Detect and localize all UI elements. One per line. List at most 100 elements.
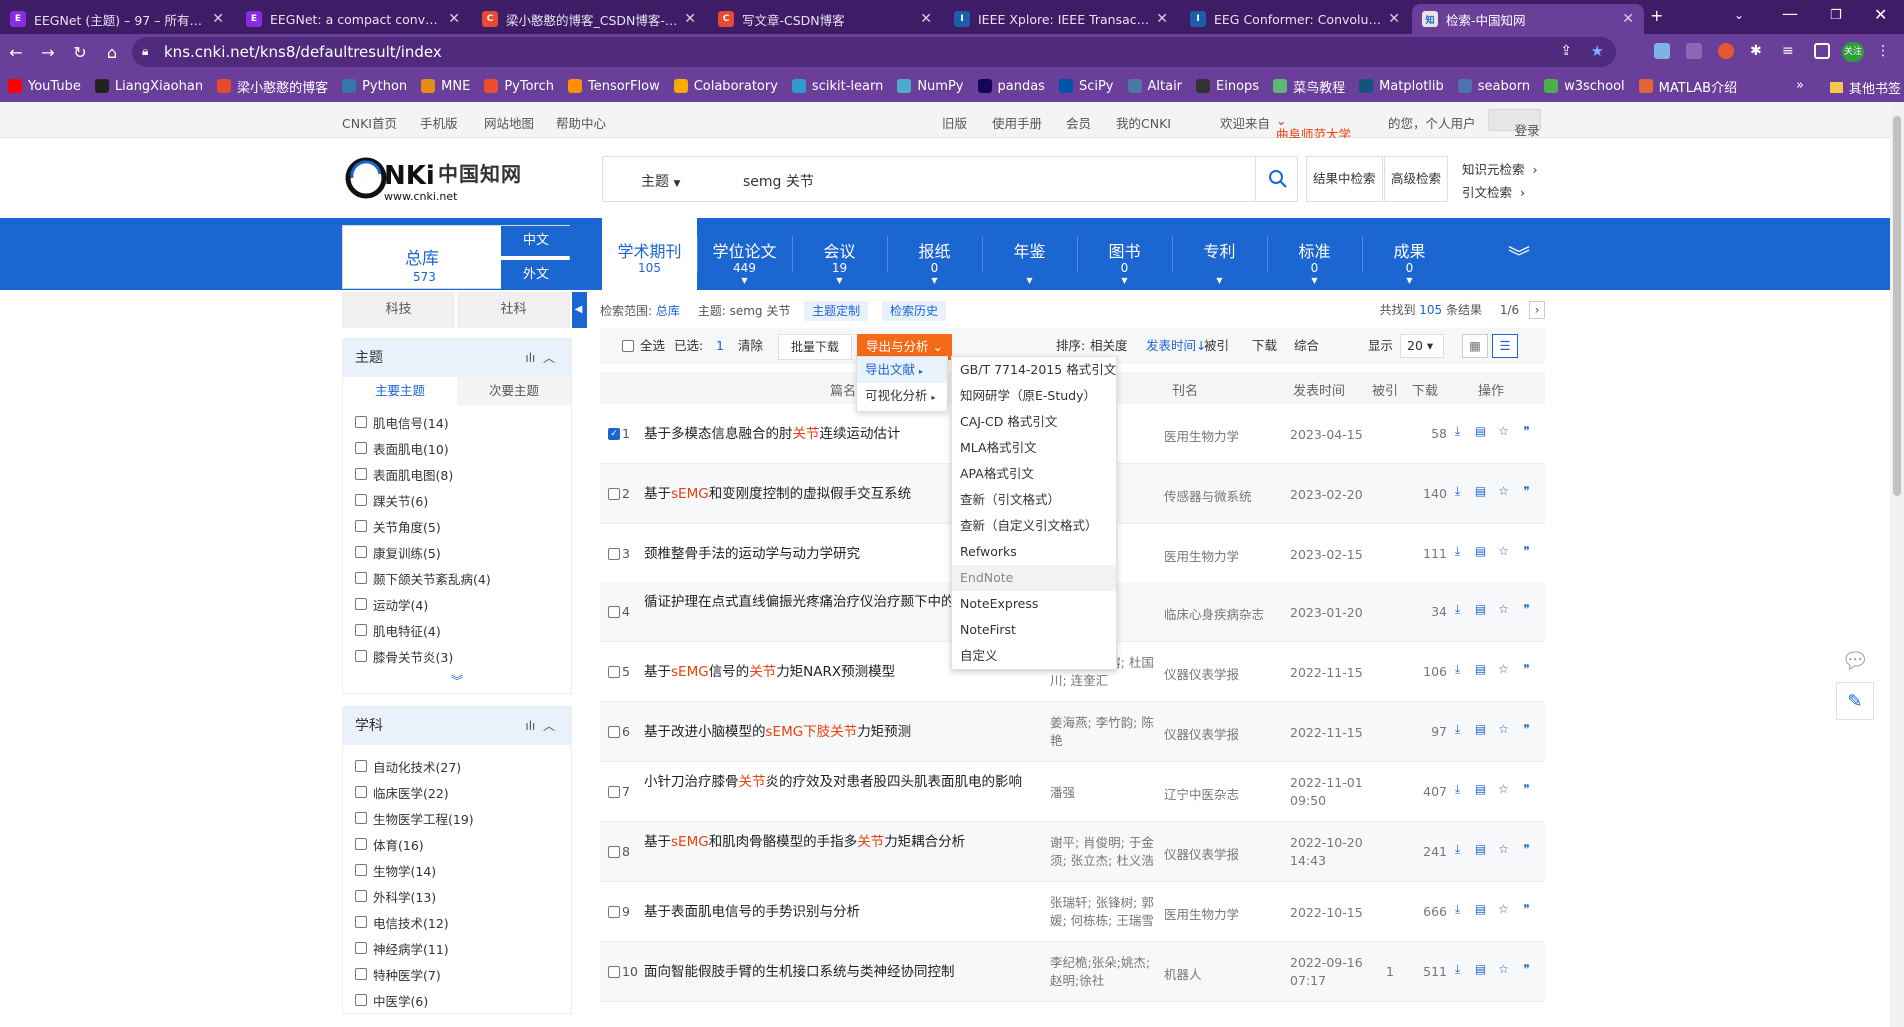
facet-item[interactable]: 电信技术(12) [343,909,571,935]
row-checkbox[interactable] [608,966,620,978]
bookmark-item[interactable]: scikit-learn [791,79,883,94]
article-title-link[interactable]: 基于表面肌电信号的手势识别与分析 [644,902,1044,922]
home-icon[interactable]: ⌂ [96,43,128,62]
citation-format-item[interactable]: 查新（自定义引文格式） [952,513,1116,539]
vertical-scrollbar[interactable] [1890,102,1904,1027]
nav-my-cnki[interactable]: 我的CNKI [1116,113,1171,132]
search-in-results-button[interactable]: 结果中检索 [1306,156,1383,202]
knowledge-search-link[interactable]: 知识元检索 › [1462,158,1537,181]
db-tab[interactable]: 图书 0 ▼ [1077,218,1172,290]
search-input[interactable]: semg 关节 [743,171,814,191]
browser-tab[interactable]: I IEEE Xplore: IEEE Transaction ✕ [944,4,1178,34]
browser-tab[interactable]: I EEG Conformer: Convolutiona ✕ [1180,4,1410,34]
chart-collapse-icon[interactable]: ılı ︿ [525,339,555,377]
tab-social[interactable]: 社科 [457,292,572,328]
facet-item[interactable]: 临床医学(22) [343,779,571,805]
citation-format-item[interactable]: NoteFirst [952,617,1116,643]
facet-item[interactable]: 自动化技术(27) [343,753,571,779]
extension-icon[interactable] [1718,43,1734,59]
bookmark-item[interactable]: seaborn [1457,79,1530,94]
extension-icon[interactable] [1686,43,1702,59]
journal-link[interactable]: 医用生物力学 [1164,426,1274,445]
bookmark-item[interactable]: MATLAB介绍 [1638,77,1737,96]
checkbox[interactable] [355,598,367,610]
download-icon[interactable]: ⤓ [1450,722,1465,737]
citation-format-item[interactable]: MLA格式引文 [952,435,1116,461]
row-checkbox[interactable] [608,906,620,918]
topic-custom-button[interactable]: 主题定制 [804,301,869,321]
restore-button[interactable]: ❐ [1830,8,1842,23]
browser-tab[interactable]: C 梁小憨憨的博客_CSDN博客-深度 ✕ [472,4,706,34]
close-tab-icon[interactable]: ✕ [1156,11,1168,27]
favorite-icon[interactable]: ☆ [1496,722,1511,737]
bookmark-item[interactable]: TensorFlow [567,79,660,94]
close-tab-icon[interactable]: ✕ [448,11,460,27]
reload-icon[interactable]: ↻ [64,43,96,62]
row-checkbox[interactable] [608,606,620,618]
bookmark-item[interactable]: Altair [1127,79,1182,94]
checkbox[interactable] [355,494,367,506]
expand-databases-icon[interactable]: ︾ [1508,240,1530,272]
facet-item[interactable]: 特种医学(7) [343,961,571,987]
favorite-icon[interactable]: ☆ [1496,602,1511,617]
favorite-icon[interactable]: ☆ [1496,484,1511,499]
favorite-icon[interactable]: ☆ [1496,782,1511,797]
clear-button[interactable]: 清除 [738,328,763,364]
html-read-icon[interactable]: ▤ [1473,662,1488,677]
checkbox[interactable] [355,442,367,454]
playlist-icon[interactable]: ≡ [1782,43,1798,59]
facet-item[interactable]: 运动学(4) [343,591,571,617]
close-tab-icon[interactable]: ✕ [684,11,696,27]
sidepanel-icon[interactable] [1814,43,1830,59]
close-tab-icon[interactable]: ✕ [1622,11,1634,27]
sort-comprehensive[interactable]: 综合 [1294,328,1319,364]
bookmark-item[interactable]: Matplotlib [1359,79,1444,94]
author-list[interactable]: 谢平; 肖俊明; 于金须; 张立杰; 杜义浩 [1050,834,1162,870]
bookmark-item[interactable]: 菜鸟教程 [1273,77,1345,96]
journal-link[interactable]: 传感器与微系统 [1164,486,1274,505]
article-title-link[interactable]: 面向智能假肢手臂的生机接口系统与类神经协同控制 [644,962,1044,982]
zongku-panel[interactable]: 总库 573 中文 外文 [342,225,571,290]
citation-format-item[interactable]: 知网研学（原E-Study） [952,383,1116,409]
sort-download[interactable]: 下载 [1252,328,1277,364]
checkbox[interactable] [355,812,367,824]
bookmark-item[interactable]: pandas [977,79,1045,94]
quote-icon[interactable]: ❞ [1519,842,1534,857]
download-icon[interactable]: ⤓ [1450,662,1465,677]
bookmark-item[interactable]: Colaboratory [673,79,778,94]
checkbox[interactable] [355,572,367,584]
profile-avatar[interactable]: 关注 [1842,42,1864,62]
table-row[interactable]: 6 基于改进小脑模型的sEMG下肢关节力矩预测 姜海燕; 李竹韵; 陈艳 仪器仪表学报… [600,702,1545,762]
journal-link[interactable]: 临床心身疾病杂志 [1164,604,1274,623]
article-title-link[interactable]: 基于sEMG和肌肉骨骼模型的手指多关节力矩耦合分析 [644,832,1044,852]
bookmark-item[interactable]: MNE [421,79,470,94]
favorite-icon[interactable]: ☆ [1496,962,1511,977]
close-tab-icon[interactable]: ✕ [212,11,224,27]
facet-item[interactable]: 生物学(14) [343,857,571,883]
scrollbar-thumb[interactable] [1893,116,1901,496]
citation-format-item[interactable]: APA格式引文 [952,461,1116,487]
favorite-icon[interactable]: ☆ [1496,424,1511,439]
facet-item[interactable]: 膝骨关节炎(3) [343,643,571,669]
chinese-toggle[interactable]: 中文 [501,226,571,256]
html-read-icon[interactable]: ▤ [1473,544,1488,559]
advanced-search-button[interactable]: 高级检索 [1384,156,1449,202]
nav-help[interactable]: 帮助中心 [556,113,606,132]
browser-tab[interactable]: C 写文章-CSDN博客 ✕ [708,4,942,34]
checkbox[interactable] [355,864,367,876]
nav-member[interactable]: 会员 [1066,113,1091,132]
facet-item[interactable]: 中医学(6) [343,987,571,1013]
nav-cnki-home[interactable]: CNKI首页 [342,113,397,132]
checkbox[interactable] [355,890,367,902]
download-icon[interactable]: ⤓ [1450,962,1465,977]
list-view-icon[interactable]: ☰ [1492,334,1518,358]
author-list[interactable]: 姜海燕; 李竹韵; 陈艳 [1050,714,1162,750]
page-size-select[interactable]: 20 ▾ [1400,334,1444,358]
nav-sitemap[interactable]: 网站地图 [484,113,534,132]
citation-format-item[interactable]: Refworks [952,539,1116,565]
checkbox[interactable] [355,416,367,428]
db-tab[interactable]: 会议 19 ▼ [792,218,887,290]
db-tab[interactable]: 专利 ▼ [1172,218,1267,290]
quote-icon[interactable]: ❞ [1519,424,1534,439]
quote-icon[interactable]: ❞ [1519,962,1534,977]
